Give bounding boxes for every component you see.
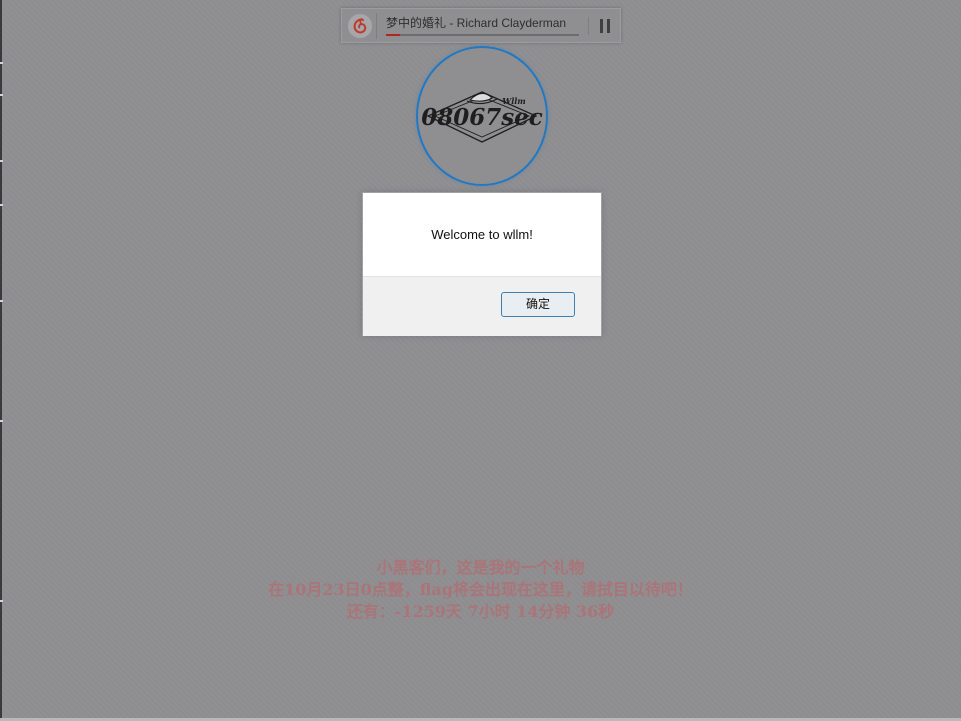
countdown-message: 小黑客们，这是我的一个礼物 在10月23日0点整，flag将会出现在这里，请拭目… — [0, 557, 961, 623]
edge-mark — [0, 94, 3, 96]
gift-line: 小黑客们，这是我的一个礼物 — [376, 558, 585, 577]
song-title: 梦中的婚礼 - Richard Clayderman — [386, 16, 567, 30]
edge-mark — [0, 420, 3, 422]
player-divider — [588, 17, 589, 35]
ok-button[interactable]: 确定 — [501, 292, 575, 317]
edge-mark — [0, 160, 3, 162]
pause-icon[interactable] — [597, 18, 613, 34]
flag-line: 在10月23日0点整，flag将会出现在这里，请拭目以待吧！ — [268, 580, 693, 599]
edge-mark — [0, 300, 3, 302]
player-divider — [376, 13, 377, 39]
logo-hat-icon — [466, 92, 498, 105]
progress-fill — [386, 34, 400, 36]
avatar: Wllm 08067sec — [416, 46, 548, 186]
progress-track[interactable] — [386, 34, 579, 36]
edge-mark — [0, 62, 3, 64]
alert-message: Welcome to wllm! — [431, 227, 533, 242]
logo-text: 08067sec — [421, 104, 543, 131]
edge-mark — [0, 204, 3, 206]
music-player: 梦中的婚礼 - Richard Clayderman — [341, 8, 621, 43]
music-service-logo-icon[interactable] — [348, 14, 372, 38]
alert-dialog: Welcome to wllm! 确定 — [362, 192, 602, 336]
alert-footer: 确定 — [363, 276, 601, 336]
countdown-timer: 还有：-1259天 7小时 14分钟 36秒 — [346, 602, 615, 621]
